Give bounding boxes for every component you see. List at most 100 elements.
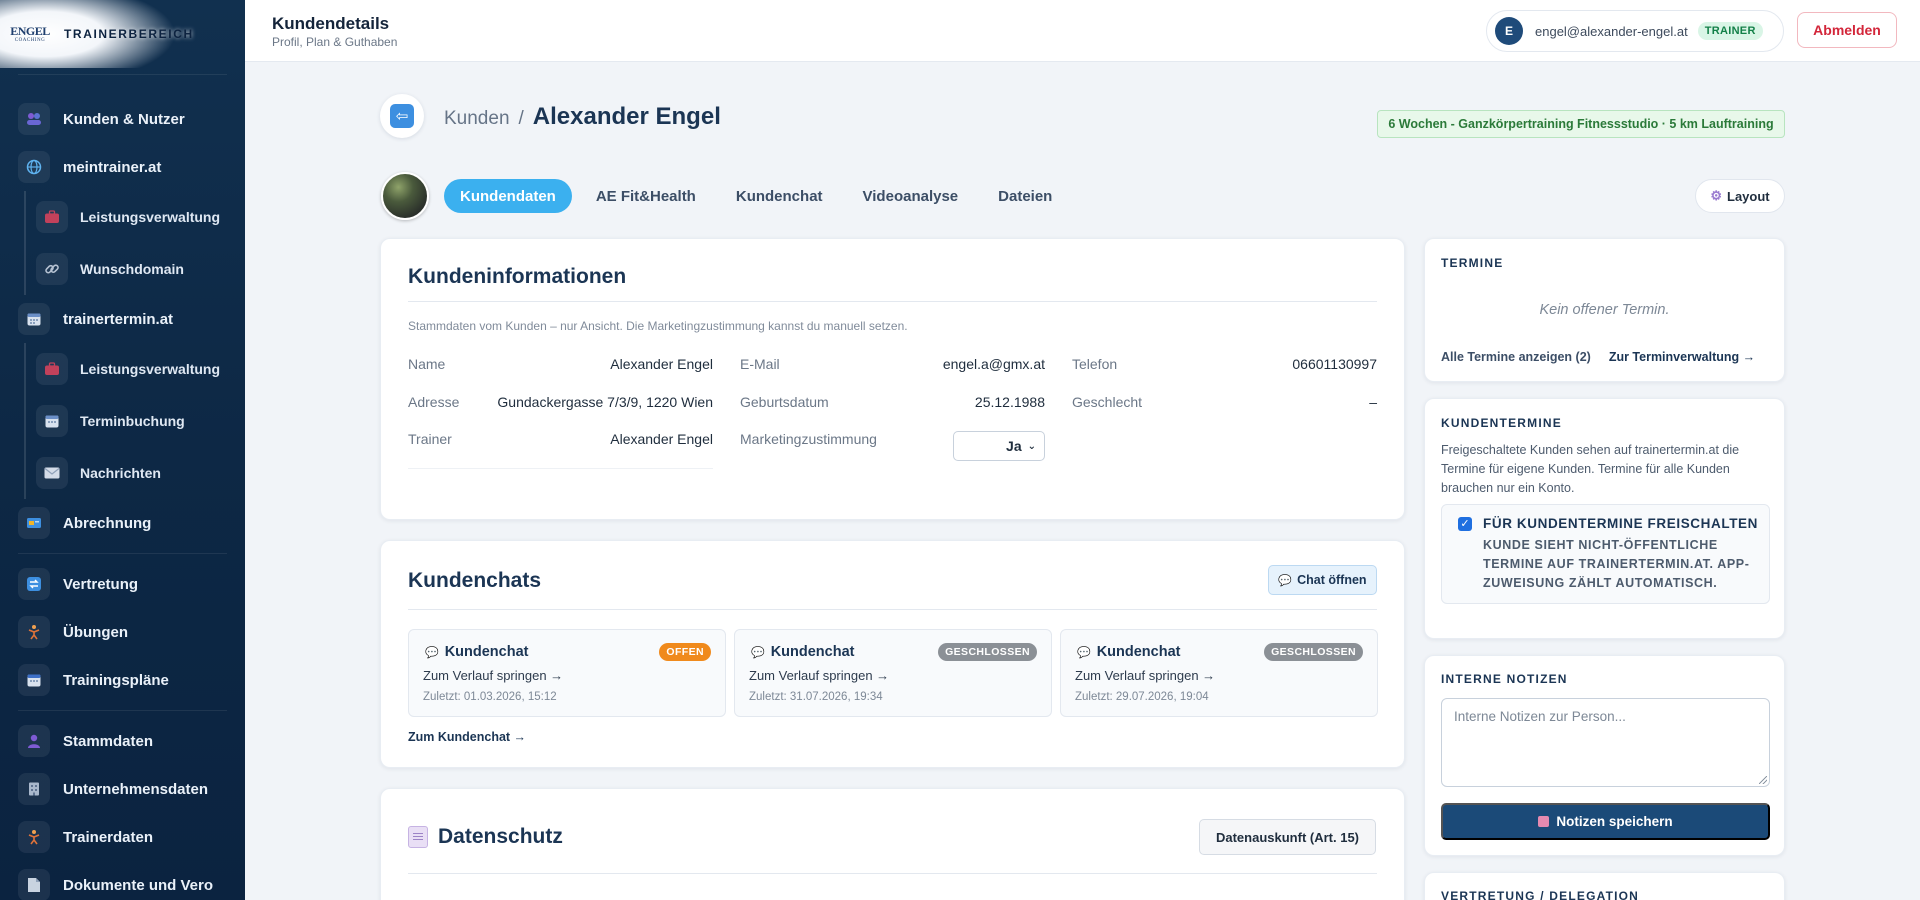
arrow-left-icon: ⇦ xyxy=(390,104,414,128)
card-title: Kundeninformationen xyxy=(408,265,627,288)
last-activity: Zuletzt: 29.07.2026, 19:04 xyxy=(1075,691,1209,703)
unlock-option: ✓ FÜR KUNDENTERMINE FREISCHALTEN KUNDE S… xyxy=(1441,504,1770,604)
speech-bubble-icon: 💬 xyxy=(751,646,765,659)
data-request-button[interactable]: Datenauskunft (Art. 15) xyxy=(1199,819,1376,855)
customer-chats-card: Kundenchats 💬 Chat öffnen 💬 Kundenchat OF… xyxy=(380,540,1405,768)
sidebar-item-leistungsverwaltung-1[interactable]: Leistungsverwaltung xyxy=(0,191,245,243)
users-icon xyxy=(18,103,50,135)
speech-bubble-icon: 💬 xyxy=(1278,574,1293,587)
user-menu[interactable]: E engel@alexander-engel.at TRAINER xyxy=(1486,10,1784,52)
card-title: TERMINE xyxy=(1441,256,1504,270)
appointment-management-link[interactable]: Zur Terminverwaltung → xyxy=(1609,350,1755,364)
save-notes-button[interactable]: Notizen speichern xyxy=(1441,803,1770,840)
calendar-icon xyxy=(36,405,68,437)
last-activity: Zuletzt: 01.03.2026, 15:12 xyxy=(423,691,557,703)
delegation-card: VERTRETUNG / DELEGATION xyxy=(1424,872,1785,900)
breadcrumb-kunden[interactable]: Kunden xyxy=(444,108,510,130)
customer-info-card: Kundeninformationen Stammdaten vom Kunde… xyxy=(380,238,1405,520)
back-button[interactable]: ⇦ xyxy=(380,94,424,138)
layout-button[interactable]: ⚙ Layout xyxy=(1695,179,1785,213)
to-customer-chat-link[interactable]: Zum Kundenchat → xyxy=(408,730,526,744)
calendar-icon xyxy=(18,303,50,335)
status-badge: GESCHLOSSEN xyxy=(1264,643,1363,661)
sidebar-item-abrechnung[interactable]: Abrechnung xyxy=(0,499,245,547)
logout-button[interactable]: Abmelden xyxy=(1797,12,1897,48)
jump-to-history-link[interactable]: Zum Verlauf springen → xyxy=(423,668,563,683)
last-activity: Zuletzt: 31.07.2026, 19:34 xyxy=(749,691,883,703)
sidebar-item-trainerdaten[interactable]: Trainerdaten xyxy=(0,813,245,861)
status-badge: OFFEN xyxy=(659,643,711,661)
divider xyxy=(18,553,227,554)
sidebar-item-dokumente[interactable]: Dokumente und Vero xyxy=(0,861,245,900)
field-address: Adresse Gundackergasse 7/3/9, 1220 Wien xyxy=(408,394,713,410)
chevron-down-icon: ⌄ xyxy=(1027,440,1036,452)
all-appointments-link[interactable]: Alle Termine anzeigen (2) xyxy=(1441,350,1591,364)
checkbox-label: FÜR KUNDENTERMINE FREISCHALTEN xyxy=(1483,516,1758,531)
page-subtitle: Profil, Plan & Guthaben xyxy=(272,35,398,49)
card-title: Datenschutz xyxy=(438,825,563,848)
sidebar-item-vertretung[interactable]: Vertretung xyxy=(0,560,245,608)
marketing-select[interactable]: Ja ⌄ xyxy=(953,431,1045,461)
divider xyxy=(408,609,1377,610)
internal-notes-card: INTERNE NOTIZEN Interne Notizen zur Pers… xyxy=(1424,655,1785,856)
sidebar-nav: Kunden & Nutzer meintrainer.at Leistungs… xyxy=(0,81,245,900)
empty-state: Kein offener Termin. xyxy=(1539,302,1670,318)
jump-to-history-link[interactable]: Zum Verlauf springen → xyxy=(1075,668,1215,683)
description: Freigeschaltete Kunden sehen auf trainer… xyxy=(1441,443,1740,495)
avatar: E xyxy=(1495,17,1523,45)
customer-name: Alexander Engel xyxy=(532,103,721,130)
sidebar-item-leistungsverwaltung-2[interactable]: Leistungsverwaltung xyxy=(0,343,245,395)
sidebar-item-trainingsplaene[interactable]: Trainingspläne xyxy=(0,656,245,704)
breadcrumb: Kunden / Alexander Engel xyxy=(444,103,721,131)
sidebar-item-stammdaten[interactable]: Stammdaten xyxy=(0,717,245,765)
open-chat-button[interactable]: 💬 Chat öffnen xyxy=(1268,565,1377,595)
brand[interactable]: ENGEL COACHING TRAINERBEREICH xyxy=(0,0,245,68)
sidebar-item-meintrainer[interactable]: meintrainer.at xyxy=(0,143,245,191)
speech-bubble-icon: 💬 xyxy=(1077,646,1091,659)
sidebar-item-terminbuchung[interactable]: Terminbuchung xyxy=(0,395,245,447)
appointments-card: TERMINE Kein offener Termin. Alle Termin… xyxy=(1424,238,1785,382)
briefcase-icon xyxy=(36,201,68,233)
user-email: engel@alexander-engel.at xyxy=(1535,23,1688,39)
person-icon xyxy=(18,725,50,757)
speech-bubble-icon: 💬 xyxy=(425,646,439,659)
sidebar: ENGEL COACHING TRAINERBEREICH Kunden & N… xyxy=(0,0,245,900)
divider xyxy=(18,710,227,711)
role-badge: TRAINER xyxy=(1697,22,1763,40)
chat-tile[interactable]: 💬 Kundenchat GESCHLOSSEN Zum Verlauf spri… xyxy=(1060,629,1378,717)
tab-kundenchat[interactable]: Kundenchat xyxy=(720,179,839,213)
divider xyxy=(408,873,1377,874)
sidebar-item-wunschdomain[interactable]: Wunschdomain xyxy=(0,243,245,295)
globe-icon xyxy=(18,151,50,183)
calendar-icon xyxy=(18,664,50,696)
jump-to-history-link[interactable]: Zum Verlauf springen → xyxy=(749,668,889,683)
gear-icon: ⚙ xyxy=(1710,188,1723,203)
customer-appointments-card: KUNDENTERMINE Freigeschaltete Kunden seh… xyxy=(1424,398,1785,639)
card-title: Kundenchats xyxy=(408,569,542,592)
document-icon xyxy=(18,869,50,900)
privacy-card: Datenschutz Datenauskunft (Art. 15) xyxy=(380,788,1405,900)
sidebar-item-kunden-nutzer[interactable]: Kunden & Nutzer xyxy=(0,95,245,143)
chat-tile[interactable]: 💬 Kundenchat GESCHLOSSEN Zum Verlauf spri… xyxy=(734,629,1052,717)
divider xyxy=(408,301,1377,302)
unlock-checkbox[interactable]: ✓ xyxy=(1458,517,1472,531)
sidebar-item-nachrichten[interactable]: Nachrichten xyxy=(0,447,245,499)
status-badge: GESCHLOSSEN xyxy=(938,643,1037,661)
field-trainer: Trainer Alexander Engel xyxy=(408,421,713,469)
sidebar-item-trainertermin[interactable]: trainertermin.at xyxy=(0,295,245,343)
save-icon xyxy=(1538,816,1550,827)
field-birthdate: Geburtsdatum 25.12.1988 xyxy=(740,394,1045,410)
sidebar-item-uebungen[interactable]: Übungen xyxy=(0,608,245,656)
sidebar-item-unternehmensdaten[interactable]: Unternehmensdaten xyxy=(0,765,245,813)
chat-tile[interactable]: 💬 Kundenchat OFFEN Zum Verlauf springen →… xyxy=(408,629,726,717)
tab-ae-fit-health[interactable]: AE Fit&Health xyxy=(580,179,712,213)
mail-icon xyxy=(36,457,68,489)
plan-badge: 6 Wochen - Ganzkörpertraining Fitnessstu… xyxy=(1377,110,1785,138)
tab-kundendaten[interactable]: Kundendaten xyxy=(444,179,572,213)
breadcrumb-separator: / xyxy=(518,108,524,129)
briefcase-icon xyxy=(36,353,68,385)
notes-textarea[interactable]: Interne Notizen zur Person... xyxy=(1441,698,1770,787)
tab-videoanalyse[interactable]: Videoanalyse xyxy=(847,179,975,213)
tab-dateien[interactable]: Dateien xyxy=(982,179,1068,213)
profile-picture[interactable] xyxy=(381,172,429,220)
